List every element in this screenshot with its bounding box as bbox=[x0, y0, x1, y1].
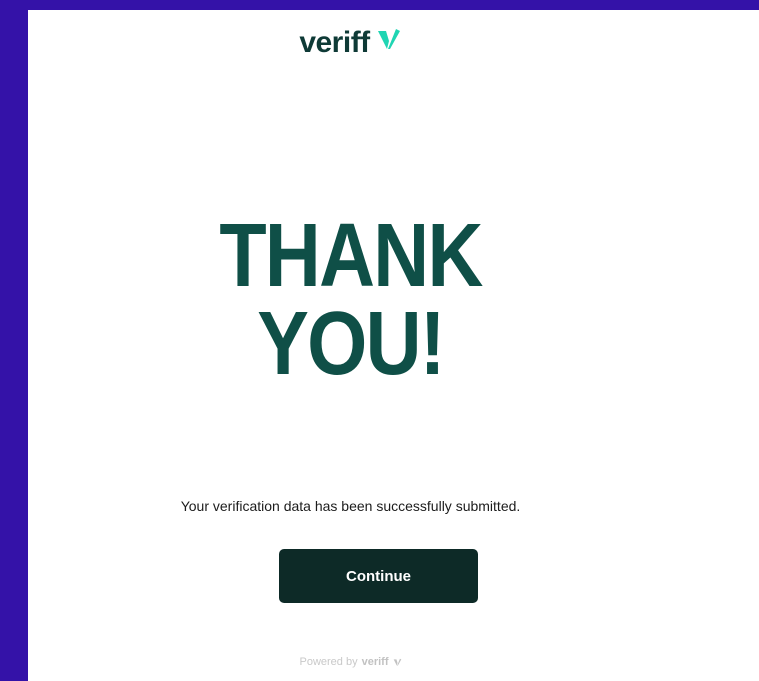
powered-by-label: Powered by bbox=[299, 656, 358, 668]
veriff-logo: veriff bbox=[0, 28, 729, 58]
powered-by-brand: veriff bbox=[361, 656, 389, 668]
headline-line-2: YOU! bbox=[257, 294, 445, 394]
veriff-small-check-icon bbox=[393, 658, 401, 666]
thank-you-headline: THANK YOU! bbox=[25, 206, 676, 394]
success-message: Your verification data has been successf… bbox=[180, 498, 521, 514]
logo-wordmark: veriff bbox=[299, 26, 370, 59]
continue-button[interactable]: Continue bbox=[279, 549, 478, 603]
powered-by-footer: Powered by veriff bbox=[0, 656, 729, 668]
headline-line-1: THANK bbox=[219, 206, 483, 306]
veriff-check-mark-icon bbox=[377, 29, 400, 49]
